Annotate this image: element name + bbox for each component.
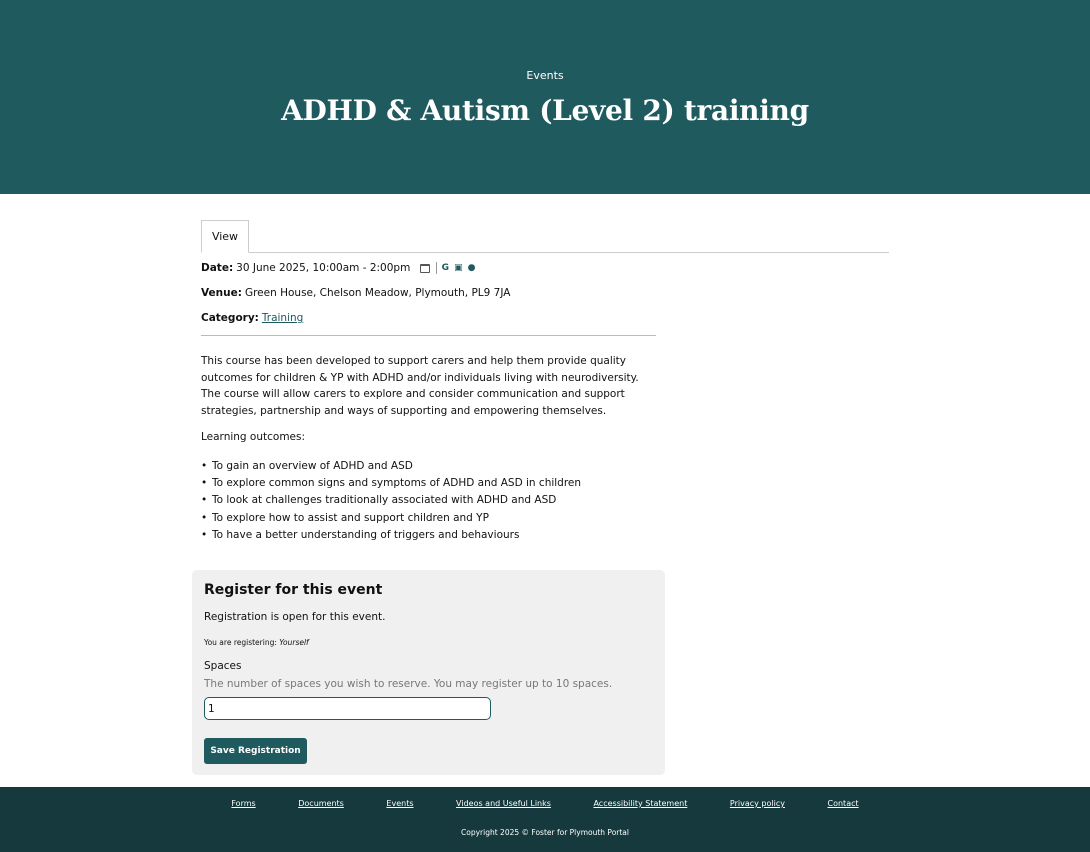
- registration-heading: Register for this event: [204, 582, 383, 598]
- list-item: To look at challenges traditionally asso…: [201, 492, 581, 509]
- event-description: This course has been developed to suppor…: [201, 355, 639, 417]
- footer-nav: Forms Documents Events Videos and Useful…: [0, 799, 1090, 808]
- site-footer: Forms Documents Events Videos and Useful…: [0, 787, 1090, 852]
- footer-link-accessibility[interactable]: Accessibility Statement: [593, 799, 687, 808]
- outlook-icon[interactable]: ▣: [454, 263, 463, 273]
- divider: [201, 335, 656, 336]
- page-title: ADHD & Autism (Level 2) training: [281, 94, 809, 127]
- outcomes-heading: Learning outcomes:: [201, 431, 306, 443]
- apple-icon[interactable]: ●: [468, 263, 476, 273]
- divider: [435, 262, 437, 274]
- date-value: 30 June 2025, 10:00am - 2:00pm: [236, 262, 411, 274]
- footer-link-privacy[interactable]: Privacy policy: [730, 799, 785, 808]
- list-item: To explore common signs and symptoms of …: [201, 475, 581, 492]
- event-category-row: Category: Training: [201, 312, 303, 324]
- category-link[interactable]: Training: [262, 312, 303, 324]
- list-item: To gain an overview of ADHD and ASD: [201, 458, 581, 475]
- page-hero: Events ADHD & Autism (Level 2) training: [0, 0, 1090, 194]
- spaces-label: Spaces: [204, 660, 242, 672]
- registering-for: You are registering: Yourself: [204, 638, 309, 647]
- copyright: Copyright 2025 © Foster for Plymouth Por…: [461, 828, 629, 837]
- venue-value: Green House, Chelson Meadow, Plymouth, P…: [244, 287, 511, 299]
- footer-link-videos[interactable]: Videos and Useful Links: [456, 799, 551, 808]
- registration-panel: Register for this event Registration is …: [192, 570, 665, 775]
- footer-link-contact[interactable]: Contact: [828, 799, 859, 808]
- event-venue-row: Venue: Green House, Chelson Meadow, Plymo…: [201, 287, 510, 299]
- registration-status: Registration is open for this event.: [204, 611, 386, 623]
- date-label: Date:: [201, 262, 234, 274]
- list-item: To have a better understanding of trigge…: [201, 527, 581, 544]
- footer-link-documents[interactable]: Documents: [298, 799, 344, 808]
- event-date-row: Date: 30 June 2025, 10:00am - 2:00pm G ▣ …: [201, 262, 480, 274]
- spaces-hint: The number of spaces you wish to reserve…: [204, 678, 613, 690]
- google-icon[interactable]: G: [442, 263, 449, 273]
- list-item: To explore how to assist and support chi…: [201, 510, 581, 527]
- outcomes-list: To gain an overview of ADHD and ASD To e…: [201, 458, 581, 544]
- category-label: Category:: [201, 312, 259, 324]
- calendar-links: G ▣ ●: [419, 262, 481, 274]
- footer-link-forms[interactable]: Forms: [231, 799, 255, 808]
- save-registration-button[interactable]: Save Registration: [204, 738, 307, 764]
- registering-value: Yourself: [279, 638, 309, 647]
- breadcrumb-events: Events: [526, 69, 564, 82]
- registering-label: You are registering:: [204, 638, 277, 647]
- spaces-input[interactable]: [204, 697, 491, 720]
- venue-label: Venue:: [201, 287, 242, 299]
- tab-bar: View: [201, 220, 889, 253]
- add-to-calendar-icon[interactable]: [419, 263, 430, 273]
- footer-link-events[interactable]: Events: [386, 799, 413, 808]
- tab-view[interactable]: View: [201, 220, 249, 253]
